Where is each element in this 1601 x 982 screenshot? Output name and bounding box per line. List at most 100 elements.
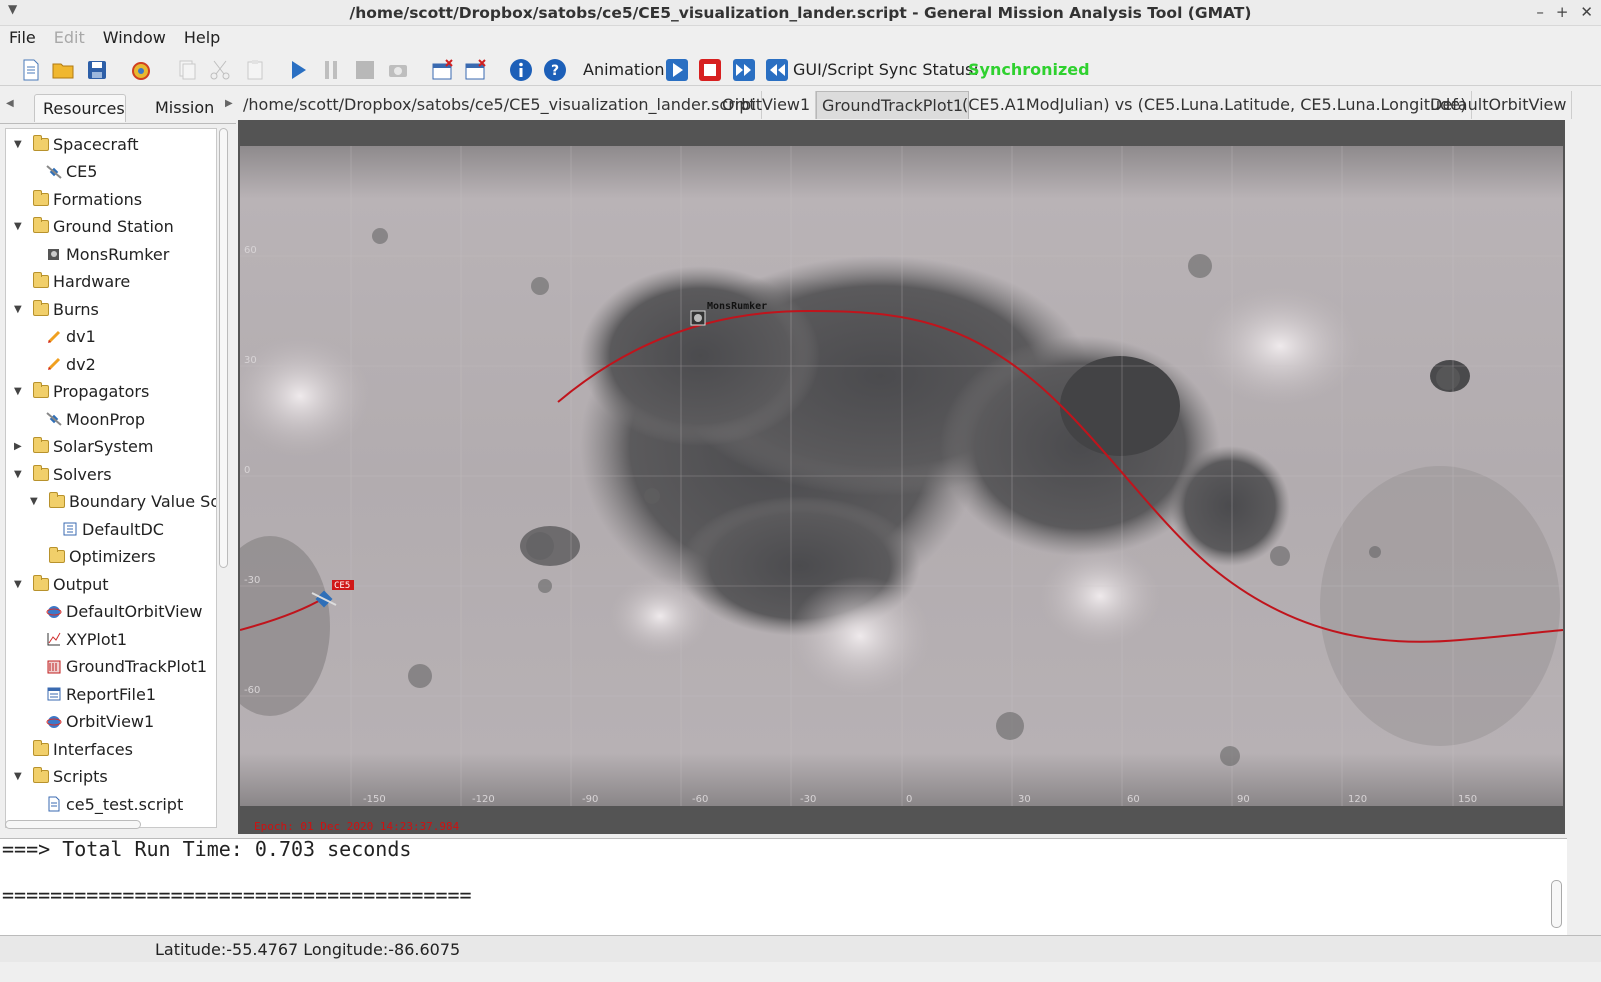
tab-defaultorbitview[interactable]: DefaultOrbitView — [1425, 91, 1573, 119]
tree-item-reportfile1[interactable]: ReportFile1 — [30, 682, 156, 706]
cursor-coordinates: Latitude:-55.4767 Longitude:-86.6075 — [155, 940, 461, 959]
minimize-icon[interactable]: – — [1536, 3, 1544, 21]
open-folder-icon[interactable] — [50, 57, 76, 83]
tree-item-defaultorbitview[interactable]: DefaultOrbitView — [30, 600, 202, 624]
lon-tick: 90 — [1237, 794, 1250, 805]
expand-toggle-icon[interactable]: ▼ — [14, 469, 26, 480]
tree-folder-solvers[interactable]: ▼ Solvers — [14, 462, 112, 486]
animation-slower-icon[interactable] — [764, 57, 790, 83]
tree-label: DefaultOrbitView — [66, 602, 203, 621]
sync-status-label: GUI/Script Sync Status: — [793, 60, 979, 79]
menu-window[interactable]: Window — [94, 26, 175, 52]
lon-tick: 60 — [1127, 794, 1140, 805]
tree-item-ce5[interactable]: CE5 — [30, 160, 97, 184]
folder-icon — [33, 299, 49, 316]
tab-script[interactable]: /home/scott/Dropbox/satobs/ce5/CE5_visua… — [238, 91, 762, 119]
menu-edit[interactable]: Edit — [45, 26, 94, 52]
menu-file[interactable]: File — [0, 26, 45, 52]
lunar-map[interactable]: MonsRumker CE5 -150 -120 -90 -60 -30 0 3… — [240, 146, 1563, 806]
tree-folder-scripts[interactable]: ▼ Scripts — [14, 765, 108, 789]
copy-icon[interactable] — [174, 57, 200, 83]
folder-icon — [33, 217, 49, 233]
tab-scroll-right-icon[interactable]: ▶ — [225, 98, 233, 109]
ground-track-plot[interactable]: MonsRumker CE5 -150 -120 -90 -60 -30 0 3… — [238, 120, 1565, 834]
tree-horizontal-scrollbar[interactable] — [5, 820, 141, 829]
pause-icon[interactable] — [318, 57, 344, 83]
expand-toggle-icon[interactable]: ▼ — [14, 304, 26, 315]
expand-toggle-icon[interactable]: ▼ — [14, 771, 26, 782]
tree-vertical-scrollbar[interactable] — [219, 128, 229, 828]
tree-item-ce5-test-script[interactable]: ce5_test.script — [30, 792, 183, 816]
cut-icon[interactable] — [207, 57, 233, 83]
tab-orbitview1[interactable]: OrbitView1 — [717, 91, 817, 119]
ground-station-marker[interactable] — [690, 310, 706, 326]
stop-icon[interactable] — [352, 57, 378, 83]
expand-toggle-icon[interactable]: ▶ — [14, 441, 26, 452]
console-scrollbar[interactable] — [1551, 880, 1562, 928]
run-icon[interactable] — [285, 57, 311, 83]
maximize-icon[interactable]: + — [1556, 3, 1569, 21]
ground-station-label: MonsRumker — [707, 301, 767, 312]
tree-folder-formations[interactable]: Formations — [14, 187, 142, 211]
tab-mission[interactable]: Mission — [147, 94, 222, 122]
animation-play-icon[interactable] — [664, 57, 690, 83]
tree-item-dv2[interactable]: dv2 — [30, 352, 96, 376]
tab-xyplot[interactable]: (CE5.A1ModJulian) vs (CE5.Luna.Latitude,… — [957, 91, 1473, 119]
tree-label: Ground Station — [53, 217, 174, 236]
tree-label: Hardware — [53, 272, 131, 291]
tab-scroll-left-icon[interactable]: ◀ — [6, 98, 14, 109]
project-icon[interactable] — [128, 57, 154, 83]
tree-folder-hardware[interactable]: Hardware — [14, 270, 130, 294]
help-icon[interactable]: ? — [542, 57, 568, 83]
animation-faster-icon[interactable] — [731, 57, 757, 83]
expand-toggle-icon[interactable]: ▼ — [14, 139, 26, 150]
animation-stop-icon[interactable] — [697, 57, 723, 83]
tree-label: ce5_test.script — [66, 794, 184, 814]
folder-icon — [33, 382, 49, 398]
orbit-icon — [46, 604, 62, 620]
tree-item-moonprop[interactable]: MoonProp — [30, 407, 145, 431]
tree-folder-solarsystem[interactable]: ▶ SolarSystem — [14, 435, 153, 459]
tree-item-dv1[interactable]: dv1 — [30, 325, 96, 349]
tab-resources[interactable]: Resources — [34, 94, 126, 122]
info-icon[interactable] — [508, 57, 534, 83]
burn-icon — [46, 356, 62, 372]
tree-item-monsrumker[interactable]: MonsRumker — [30, 242, 169, 266]
paste-icon[interactable] — [242, 57, 268, 83]
tree-folder-ground-station[interactable]: ▼ Ground Station — [14, 215, 174, 239]
folder-icon — [33, 272, 49, 288]
orbit-icon — [46, 714, 62, 730]
tree-folder-optimizers[interactable]: Optimizers — [30, 545, 156, 569]
tree-label: Scripts — [53, 767, 108, 786]
folder-icon — [33, 189, 49, 206]
folder-icon — [33, 739, 49, 756]
close-all-icon[interactable] — [463, 57, 489, 83]
save-icon[interactable] — [84, 57, 110, 83]
tree-label: XYPlot1 — [66, 629, 128, 649]
tree-label: Optimizers — [69, 547, 156, 566]
expand-toggle-icon[interactable]: ▼ — [30, 496, 42, 507]
tree-folder-burns[interactable]: ▼ Burns — [14, 297, 99, 321]
tree-label: GroundTrackPlot1 — [66, 657, 208, 676]
tree-folder-interfaces[interactable]: Interfaces — [14, 737, 133, 761]
tree-item-defaultdc[interactable]: DefaultDC — [46, 517, 164, 541]
screenshot-icon[interactable] — [385, 57, 411, 83]
new-file-icon[interactable] — [18, 57, 44, 83]
message-console[interactable]: ===> Total Run Time: 0.703 seconds =====… — [0, 837, 1567, 935]
expand-toggle-icon[interactable]: ▼ — [14, 386, 26, 397]
tree-item-groundtrackplot1[interactable]: GroundTrackPlot1 — [30, 655, 207, 679]
tab-groundtrackplot1[interactable]: GroundTrackPlot1 — [816, 91, 970, 119]
close-icon[interactable]: ✕ — [1580, 3, 1593, 21]
tree-label: Interfaces — [53, 739, 133, 759]
tree-folder-spacecraft[interactable]: ▼ Spacecraft — [14, 132, 139, 156]
tree-item-orbitview1[interactable]: OrbitView1 — [30, 710, 154, 734]
tree-item-xyplot1[interactable]: XYPlot1 — [30, 627, 127, 651]
tree-label: CE5 — [66, 162, 98, 181]
expand-toggle-icon[interactable]: ▼ — [14, 579, 26, 590]
close-children-icon[interactable] — [430, 57, 456, 83]
menu-help[interactable]: Help — [175, 26, 229, 52]
tree-folder-boundary-value-solvers[interactable]: ▼ Boundary Value Solv — [30, 490, 216, 514]
tree-folder-output[interactable]: ▼ Output — [14, 572, 109, 596]
tree-folder-propagators[interactable]: ▼ Propagators — [14, 380, 149, 404]
expand-toggle-icon[interactable]: ▼ — [14, 221, 26, 232]
